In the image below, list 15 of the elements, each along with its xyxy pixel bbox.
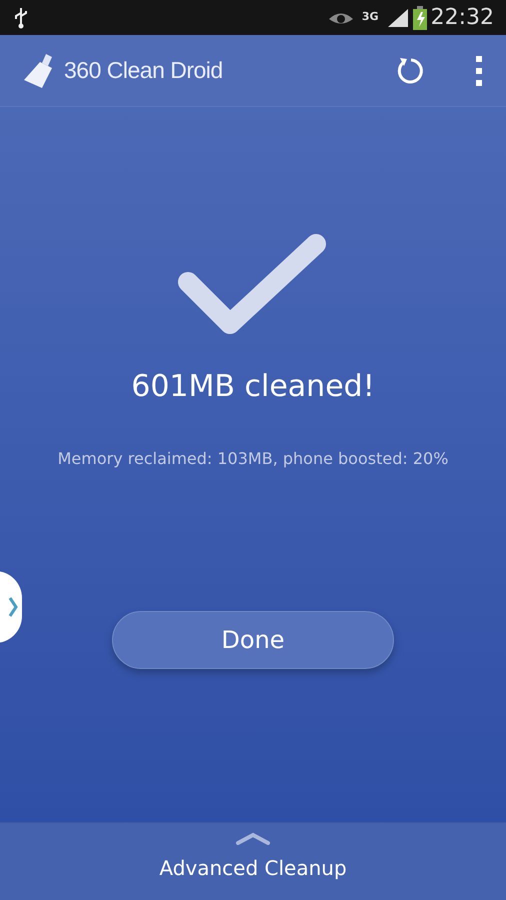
details-text: Memory reclaimed: 103MB, phone boosted: 20%	[58, 448, 448, 470]
chevron-up-icon	[235, 831, 271, 845]
network-label: 3G	[362, 9, 379, 26]
done-button[interactable]: Done	[112, 611, 394, 669]
panel-label: Advanced Cleanup	[159, 855, 347, 882]
app-title: 360 Clean Droid	[64, 56, 224, 86]
overflow-menu-icon[interactable]	[476, 56, 482, 86]
signal-icon	[386, 8, 409, 28]
usb-icon	[14, 6, 28, 28]
chevron-right-icon	[8, 596, 18, 618]
refresh-icon[interactable]	[396, 56, 426, 86]
battery-icon	[412, 6, 427, 30]
headline-text: 601MB cleaned!	[131, 368, 375, 406]
advanced-cleanup-panel[interactable]: Advanced Cleanup	[0, 822, 506, 900]
clock-text: 22:32	[430, 4, 494, 32]
